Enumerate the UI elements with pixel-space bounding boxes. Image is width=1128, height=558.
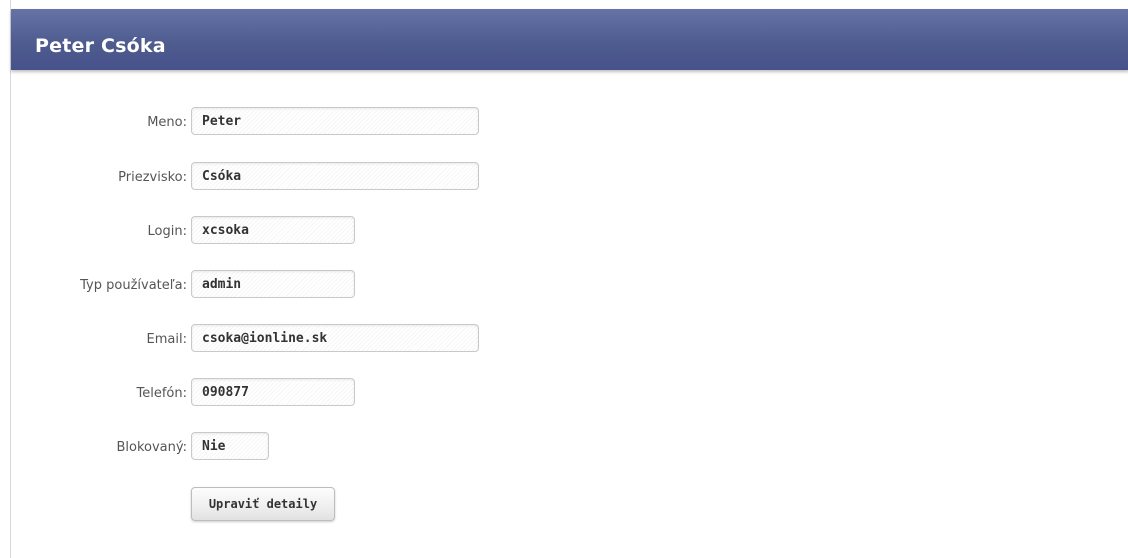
login-field[interactable] xyxy=(191,216,355,244)
blocked-field[interactable] xyxy=(191,432,269,460)
first-name-field[interactable] xyxy=(191,107,479,135)
phone-field[interactable] xyxy=(191,378,355,406)
panel-header: Peter Csóka xyxy=(11,9,1128,70)
last-name-label: Priezvisko: xyxy=(118,170,187,185)
email-label: Email: xyxy=(146,332,187,347)
first-name-label: Meno: xyxy=(147,115,187,130)
edit-details-button[interactable]: Upraviť detaily xyxy=(191,487,335,521)
login-label: Login: xyxy=(147,224,187,239)
email-field[interactable] xyxy=(191,324,479,352)
user-type-label: Typ používateľa: xyxy=(80,278,187,293)
phone-label: Telefón: xyxy=(136,386,188,401)
user-detail-panel: Peter Csóka Meno: Priezvisko: Login: Typ… xyxy=(10,0,1128,558)
page-title: Peter Csóka xyxy=(35,35,166,57)
blocked-label: Blokovaný: xyxy=(116,440,187,455)
user-type-field[interactable] xyxy=(191,270,355,298)
last-name-field[interactable] xyxy=(191,162,479,190)
